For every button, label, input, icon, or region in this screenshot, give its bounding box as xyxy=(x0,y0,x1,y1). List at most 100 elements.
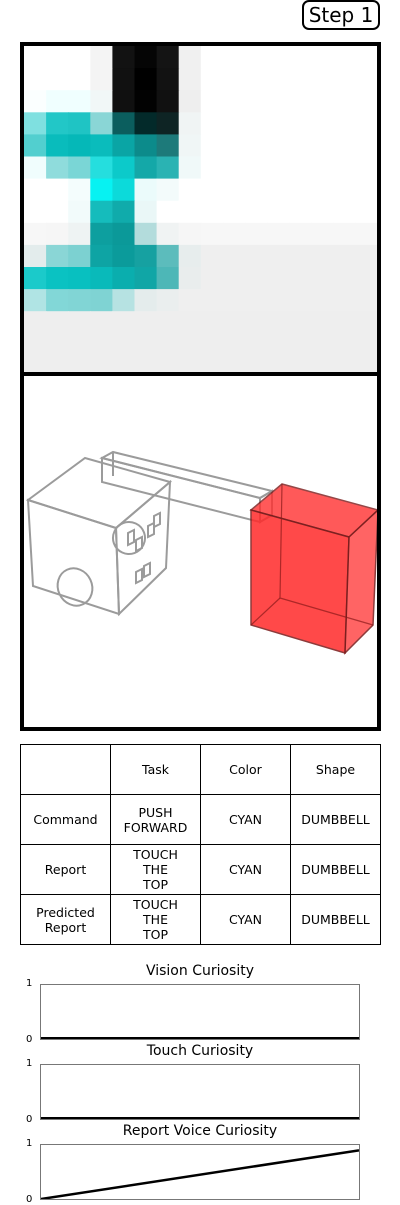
vision-pixel xyxy=(222,355,246,372)
vision-pixel xyxy=(68,244,91,268)
vision-pixel xyxy=(156,90,180,113)
vision-curiosity-title: Vision Curiosity xyxy=(145,963,255,979)
vision-pixel xyxy=(267,112,290,135)
vision-pixel xyxy=(134,222,158,246)
vision-pixel xyxy=(289,68,312,91)
vision-pixel xyxy=(222,289,246,312)
vision-pixel xyxy=(222,46,246,69)
vision-pixel xyxy=(156,200,180,224)
table-row-command: Command PUSH FORWARD CYAN DUMBBELL xyxy=(20,794,381,845)
vision-pixel xyxy=(90,200,113,224)
voice-curiosity-series xyxy=(41,1149,359,1199)
vision-pixel xyxy=(112,68,136,91)
header-shape: Shape xyxy=(290,744,381,795)
vision-pixel xyxy=(178,90,202,113)
vision-pixel xyxy=(333,289,357,312)
vision-pixel xyxy=(333,267,357,290)
vision-pixel xyxy=(200,156,224,180)
vision-pixel xyxy=(178,267,202,290)
vision-pixel xyxy=(311,222,334,246)
vision-pixel xyxy=(289,112,312,135)
vision-pixel xyxy=(267,244,290,268)
vision-pixel xyxy=(222,333,246,356)
vision-pixel xyxy=(200,355,224,372)
vision-pixel xyxy=(333,222,357,246)
vision-pixel xyxy=(267,178,290,202)
voice-curiosity-ymin: 0 xyxy=(26,1194,33,1205)
vision-pixel xyxy=(156,267,180,290)
vision-pixel xyxy=(134,267,158,290)
touch-curiosity-ymin: 0 xyxy=(26,1114,33,1125)
vision-pixel xyxy=(289,244,312,268)
vision-pixel xyxy=(311,311,334,334)
voice-curiosity-line xyxy=(41,1149,359,1199)
vision-pixel xyxy=(68,289,91,312)
vision-pixel xyxy=(245,267,268,290)
vision-pixel xyxy=(68,222,91,246)
vision-pixel xyxy=(289,333,312,356)
vision-pixel xyxy=(200,200,224,224)
vision-pixel xyxy=(355,289,377,312)
vision-pixel xyxy=(355,200,377,224)
vision-pixel xyxy=(267,200,290,224)
vision-pixel xyxy=(222,311,246,334)
vision-pixel xyxy=(289,156,312,180)
vision-curiosity-ymin: 0 xyxy=(26,1034,33,1045)
vision-pixel xyxy=(200,267,224,290)
vision-pixel xyxy=(200,311,224,334)
touch-curiosity-plot xyxy=(40,1064,360,1120)
vision-pixel xyxy=(46,68,69,91)
vision-panel xyxy=(20,42,381,376)
vision-pixel xyxy=(222,90,246,113)
vision-pixel xyxy=(90,222,113,246)
vision-pixel xyxy=(156,244,180,268)
vision-pixel xyxy=(112,200,136,224)
vision-pixel xyxy=(112,244,136,268)
vision-pixel xyxy=(46,311,69,334)
vision-pixel xyxy=(46,90,69,113)
vision-pixel xyxy=(112,355,136,372)
vision-pixel xyxy=(267,289,290,312)
cell-shape: DUMBBELL xyxy=(290,894,381,945)
vision-pixel xyxy=(68,178,91,202)
vision-pixel xyxy=(355,267,377,290)
vision-pixel xyxy=(46,355,69,372)
vision-pixel xyxy=(112,311,136,334)
vision-pixel xyxy=(90,178,113,202)
scene-render-panel xyxy=(20,372,381,731)
vision-pixel xyxy=(222,200,246,224)
vision-pixel xyxy=(222,112,246,135)
vision-pixel xyxy=(222,178,246,202)
vision-pixel xyxy=(311,46,334,69)
vision-pixel xyxy=(24,222,47,246)
vision-pixel xyxy=(112,112,136,135)
cell-shape: DUMBBELL xyxy=(290,844,381,895)
vision-pixel xyxy=(245,68,268,91)
vision-pixel xyxy=(178,333,202,356)
vision-pixel xyxy=(68,68,91,91)
vision-pixel xyxy=(156,156,180,180)
vision-pixel xyxy=(46,178,69,202)
vision-pixel xyxy=(267,355,290,372)
vision-pixel xyxy=(289,355,312,372)
vision-pixel xyxy=(46,222,69,246)
vision-pixel xyxy=(333,200,357,224)
cell-task: PUSH FORWARD xyxy=(110,794,201,845)
row-label: Predicted Report xyxy=(20,894,111,945)
vision-pixel xyxy=(46,289,69,312)
vision-pixel xyxy=(178,200,202,224)
vision-pixel xyxy=(355,90,377,113)
vision-pixel xyxy=(134,46,158,69)
vision-pixel xyxy=(245,46,268,69)
vision-curiosity-ymax: 1 xyxy=(26,978,33,989)
vision-pixel xyxy=(289,178,312,202)
vision-pixel xyxy=(355,311,377,334)
cell-color: CYAN xyxy=(200,794,291,845)
vision-pixel xyxy=(90,355,113,372)
vision-pixel xyxy=(311,289,334,312)
vision-pixel xyxy=(156,222,180,246)
vision-pixel xyxy=(355,134,377,158)
vision-pixel xyxy=(90,90,113,113)
vision-pixel xyxy=(24,90,47,113)
vision-pixel xyxy=(355,68,377,91)
